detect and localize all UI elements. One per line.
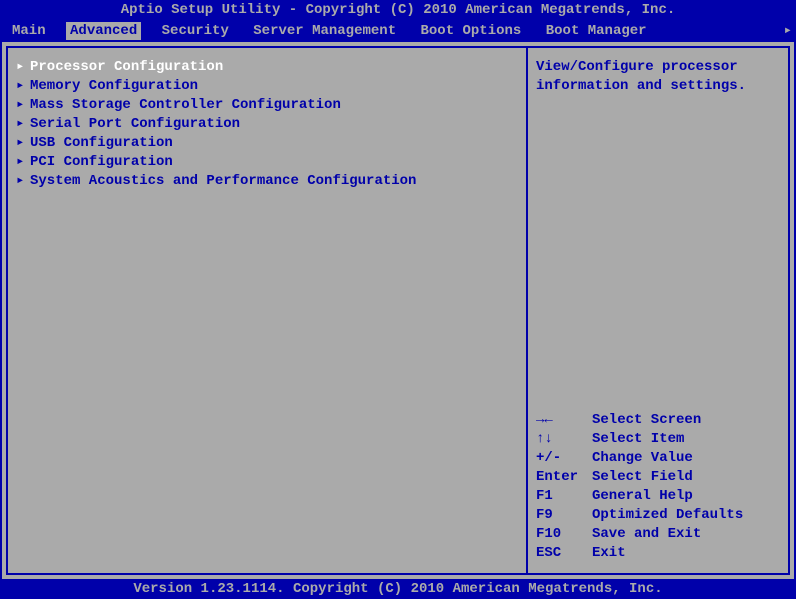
menu-item-label: Processor Configuration [30, 59, 223, 75]
footer-text: Version 1.23.1114. Copyright (C) 2010 Am… [133, 581, 662, 597]
menu-item-mass-storage-config[interactable]: ▸Mass Storage Controller Configuration [16, 96, 518, 115]
key-hint-row: F9 Optimized Defaults [536, 506, 780, 525]
help-text-line: View/Configure processor [536, 58, 780, 77]
menu-item-label: Memory Configuration [30, 78, 198, 94]
key-label: ESC [536, 544, 592, 563]
key-action: Optimized Defaults [592, 506, 743, 525]
submenu-arrow-icon: ▸ [16, 115, 30, 134]
help-text-line: information and settings. [536, 77, 780, 96]
menu-panel: ▸Processor Configuration ▸Memory Configu… [6, 46, 526, 575]
key-label: →← [536, 411, 592, 430]
key-hint-row: ESC Exit [536, 544, 780, 563]
submenu-arrow-icon: ▸ [16, 172, 30, 191]
tab-advanced[interactable]: Advanced [66, 22, 141, 40]
key-hint-row: Enter Select Field [536, 468, 780, 487]
key-action: Change Value [592, 449, 693, 468]
key-hints: →← Select Screen ↑↓ Select Item +/- Chan… [536, 411, 780, 563]
menu-item-label: PCI Configuration [30, 154, 173, 170]
tab-bar: Main Advanced Security Server Management… [0, 20, 796, 42]
title-bar: Aptio Setup Utility - Copyright (C) 2010… [0, 0, 796, 20]
key-label: Enter [536, 468, 592, 487]
key-label: +/- [536, 449, 592, 468]
key-label: F1 [536, 487, 592, 506]
footer-bar: Version 1.23.1114. Copyright (C) 2010 Am… [0, 579, 796, 599]
title-text: Aptio Setup Utility - Copyright (C) 2010… [121, 2, 676, 18]
submenu-arrow-icon: ▸ [16, 96, 30, 115]
tab-security[interactable]: Security [158, 22, 233, 40]
submenu-arrow-icon: ▸ [16, 134, 30, 153]
key-action: Save and Exit [592, 525, 701, 544]
submenu-arrow-icon: ▸ [16, 77, 30, 96]
help-text: View/Configure processor information and… [536, 58, 780, 96]
key-label: ↑↓ [536, 430, 592, 449]
menu-item-label: Serial Port Configuration [30, 116, 240, 132]
tab-scroll-right-icon[interactable]: ▸ [784, 22, 792, 39]
tab-main[interactable]: Main [8, 22, 50, 40]
menu-item-label: USB Configuration [30, 135, 173, 151]
key-hint-row: →← Select Screen [536, 411, 780, 430]
menu-item-serial-port-config[interactable]: ▸Serial Port Configuration [16, 115, 518, 134]
key-action: General Help [592, 487, 693, 506]
menu-item-memory-config[interactable]: ▸Memory Configuration [16, 77, 518, 96]
menu-item-pci-config[interactable]: ▸PCI Configuration [16, 153, 518, 172]
submenu-arrow-icon: ▸ [16, 153, 30, 172]
key-hint-row: +/- Change Value [536, 449, 780, 468]
key-hint-row: ↑↓ Select Item [536, 430, 780, 449]
key-label: F10 [536, 525, 592, 544]
help-panel: View/Configure processor information and… [526, 46, 790, 575]
key-action: Select Field [592, 468, 693, 487]
tab-boot-manager[interactable]: Boot Manager [542, 22, 651, 40]
tab-server-management[interactable]: Server Management [249, 22, 400, 40]
main-area: ▸Processor Configuration ▸Memory Configu… [0, 42, 796, 579]
menu-item-system-acoustics-config[interactable]: ▸System Acoustics and Performance Config… [16, 172, 518, 191]
key-hint-row: F10 Save and Exit [536, 525, 780, 544]
menu-item-usb-config[interactable]: ▸USB Configuration [16, 134, 518, 153]
tab-boot-options[interactable]: Boot Options [417, 22, 526, 40]
key-action: Exit [592, 544, 626, 563]
menu-item-label: System Acoustics and Performance Configu… [30, 173, 416, 189]
key-action: Select Item [592, 430, 684, 449]
key-hint-row: F1 General Help [536, 487, 780, 506]
key-action: Select Screen [592, 411, 701, 430]
submenu-arrow-icon: ▸ [16, 58, 30, 77]
menu-item-processor-config[interactable]: ▸Processor Configuration [16, 58, 518, 77]
key-label: F9 [536, 506, 592, 525]
menu-item-label: Mass Storage Controller Configuration [30, 97, 341, 113]
